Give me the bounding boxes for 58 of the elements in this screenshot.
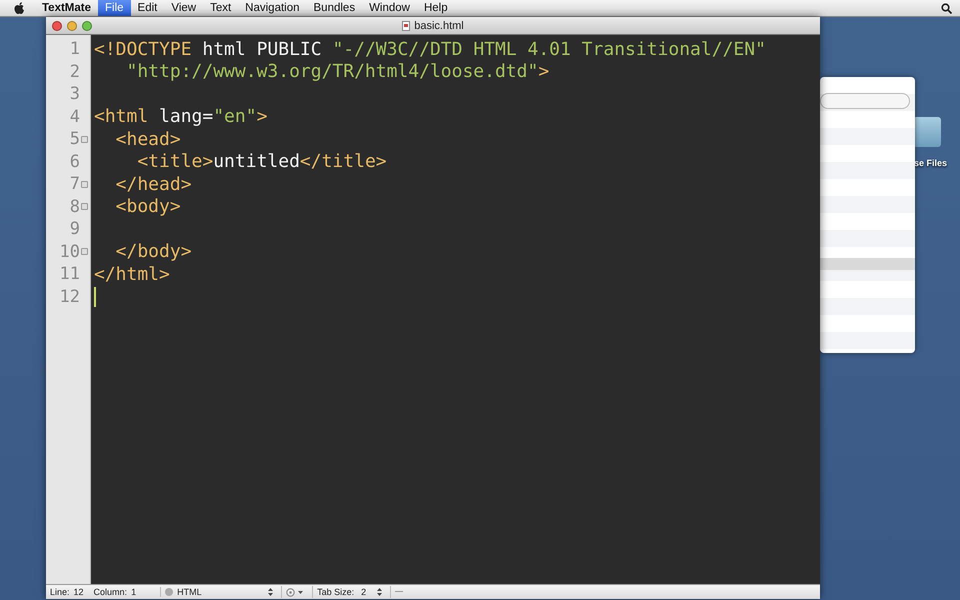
line-number: 2 xyxy=(70,62,80,82)
tab-size-value[interactable]: 2 xyxy=(361,587,366,597)
code-line: <html lang="en"> xyxy=(94,106,268,128)
selected-row[interactable] xyxy=(820,258,915,270)
finder-search-field[interactable] xyxy=(820,93,910,109)
document-icon xyxy=(402,20,410,30)
menu-item[interactable]: Text xyxy=(203,0,238,16)
menu-item[interactable]: File xyxy=(98,0,131,16)
code-area[interactable]: <!DOCTYPE html PUBLIC "-//W3C//DTD HTML 4.01 Transitional//EN" "http://www.w3.org/TR/html4/loose.dtd"> <html lang="en"> <head> <title>untitled</title> </head> <body> </body> </html> xyxy=(91,35,820,584)
menu-item[interactable]: Edit xyxy=(130,0,164,16)
menu-item[interactable]: Bundles xyxy=(306,0,362,16)
code-line: </html> xyxy=(94,264,170,285)
search-icon[interactable] xyxy=(941,2,952,14)
column-label: Column: xyxy=(94,587,128,597)
menu-item[interactable]: Window xyxy=(362,0,417,16)
code-line: <body> xyxy=(114,196,181,218)
apple-icon[interactable] xyxy=(14,2,25,14)
language-label: HTML xyxy=(177,587,202,597)
menu-item[interactable]: View xyxy=(164,0,204,16)
tab-size-label: Tab Size: xyxy=(317,587,354,597)
fold-marker-icon[interactable] xyxy=(81,248,88,256)
app-menu[interactable]: TextMate xyxy=(35,0,98,16)
menu-item[interactable]: Help xyxy=(416,0,455,16)
menu-item[interactable]: Navigation xyxy=(238,0,307,16)
code-line: </head> xyxy=(114,174,192,195)
language-icon xyxy=(165,588,174,596)
line-number: 9 xyxy=(70,219,80,240)
line-label: Line: xyxy=(50,587,70,597)
line-number: 10 xyxy=(60,242,80,262)
stepper-icon[interactable] xyxy=(377,588,382,596)
line-number: 6 xyxy=(70,152,80,172)
code-line: "http://www.w3.org/TR/html4/loose.dtd"> xyxy=(126,61,550,82)
line-number: 3 xyxy=(70,84,80,104)
window-title: basic.html xyxy=(414,20,464,32)
line-number: 12 xyxy=(60,286,80,307)
code-line: <title>untitled</title> xyxy=(136,151,387,172)
line-number: 4 xyxy=(70,106,80,127)
close-button[interactable] xyxy=(52,20,62,30)
gear-icon[interactable] xyxy=(286,588,304,596)
stepper-icon xyxy=(268,588,274,596)
fold-marker-icon[interactable] xyxy=(81,136,88,143)
line-number: 8 xyxy=(70,196,80,217)
line-value: 12 xyxy=(74,587,84,597)
fold-marker-icon[interactable] xyxy=(81,180,88,188)
fold-marker-icon[interactable] xyxy=(81,203,88,210)
column-value: 1 xyxy=(131,587,136,597)
line-number: 1 xyxy=(70,39,80,60)
zoom-button[interactable] xyxy=(82,20,92,30)
line-number: 7 xyxy=(70,174,80,194)
code-line: <!DOCTYPE html PUBLIC "-//W3C//DTD HTML 4.01 Transitional//EN" xyxy=(94,38,766,60)
line-number: 5 xyxy=(70,129,80,150)
line-number: 11 xyxy=(60,264,80,284)
code-line: <head> xyxy=(114,128,181,150)
language-popup[interactable]: HTML xyxy=(160,587,278,597)
folder-icon[interactable] xyxy=(913,117,941,147)
minimize-button[interactable] xyxy=(67,20,77,30)
code-line: </body> xyxy=(114,241,192,262)
desktop-icon-label[interactable]: se Files xyxy=(914,158,948,168)
